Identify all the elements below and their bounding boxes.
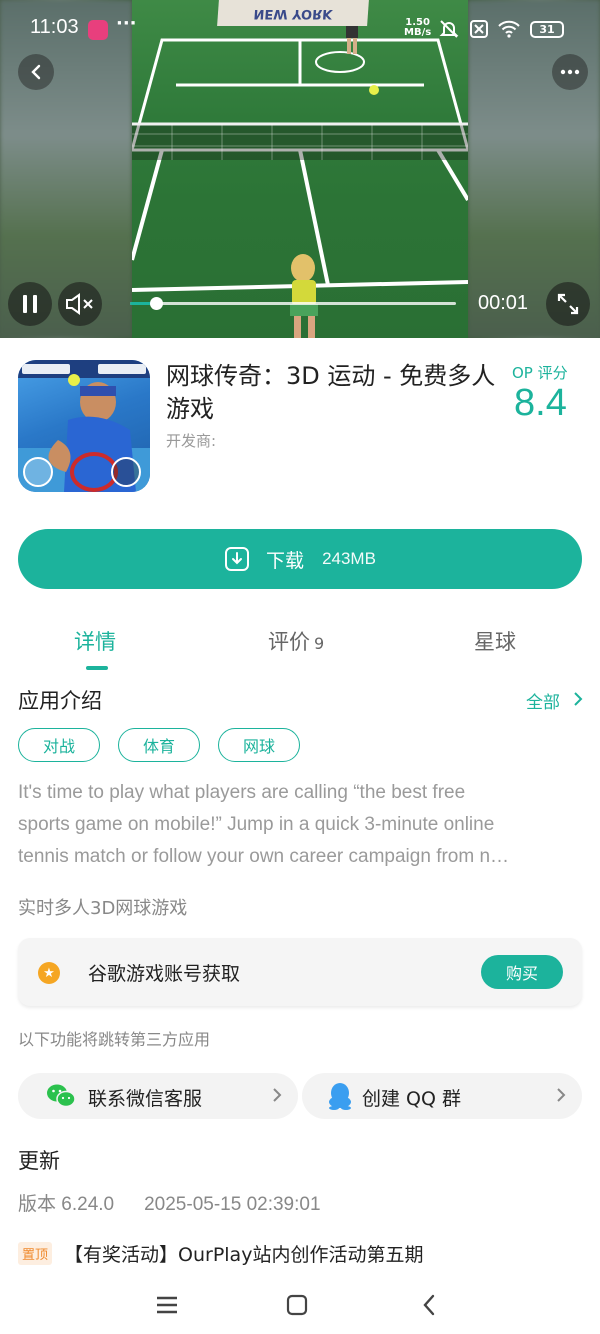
more-notifications-icon: ··· — [116, 13, 137, 34]
app-developer: 开发商: — [166, 432, 217, 450]
tag-chip-label: 体育 — [142, 737, 175, 756]
create-qq-group-label: 创建 QQ 群 — [362, 1088, 461, 1110]
video-progress-knob[interactable] — [150, 297, 164, 310]
mute-button[interactable] — [58, 282, 102, 326]
star-icon: ★ — [38, 962, 60, 984]
app-icon — [18, 360, 150, 492]
more-options-button[interactable] — [552, 54, 588, 90]
download-label: 下载 — [266, 549, 305, 572]
chevron-right-icon[interactable] — [572, 691, 584, 707]
system-back-button[interactable] — [414, 1290, 444, 1320]
pause-icon — [23, 295, 37, 313]
speaker-muted-icon — [66, 293, 93, 315]
app-notification-icon — [88, 20, 108, 40]
tab-planet[interactable]: 星球 — [474, 626, 516, 656]
chevron-right-icon — [273, 1088, 282, 1102]
qq-penguin-icon — [329, 1083, 351, 1110]
pinned-badge: 置顶 — [18, 1242, 53, 1265]
back-button[interactable] — [18, 54, 54, 90]
account-card[interactable]: ★ 谷歌游戏账号获取 购买 — [18, 938, 582, 1006]
pinned-news-text: 【有奖活动】OurPlay站内创作活动第五期 — [64, 1244, 424, 1266]
chevron-left-icon — [31, 64, 41, 80]
intro-title: 应用介绍 — [18, 689, 102, 713]
tag-chip-label: 网球 — [242, 737, 275, 756]
description-line: It's time to play what players are calli… — [18, 782, 466, 803]
wifi-icon — [498, 20, 520, 38]
pinned-news-item[interactable]: 置顶 【有奖活动】OurPlay站内创作活动第五期 — [18, 1240, 423, 1267]
network-speed: 1.50 MB/s — [404, 18, 431, 38]
tab-reviews-count: 9 — [314, 634, 325, 653]
sim-off-icon — [470, 20, 488, 38]
op-score-label: OP 评分 — [512, 364, 568, 382]
video-player[interactable]: NEW YORK 11:03 ··· 1.50 MB/s 31 00:01 — [0, 0, 600, 338]
tag-chip-tennis[interactable]: 网球 — [218, 728, 300, 762]
tab-active-indicator — [86, 666, 108, 670]
description-line: tennis match or follow your own career c… — [18, 846, 510, 867]
back-arrow-icon — [423, 1294, 435, 1316]
expand-icon — [557, 293, 579, 315]
fullscreen-button[interactable] — [546, 282, 590, 326]
wechat-service-button[interactable]: 联系微信客服 — [18, 1073, 298, 1119]
status-bar: 11:03 ··· 1.50 MB/s 31 — [0, 0, 600, 58]
app-description[interactable]: It's time to play what players are calli… — [18, 777, 584, 873]
tag-chip-battle[interactable]: 对战 — [18, 728, 100, 762]
wechat-icon — [47, 1084, 76, 1108]
network-speed-unit: MB/s — [404, 27, 432, 38]
more-dots-icon — [560, 69, 580, 75]
tab-planet-label: 星球 — [474, 630, 516, 654]
tag-chip-sports[interactable]: 体育 — [118, 728, 200, 762]
app-subtitle: 实时多人3D网球游戏 — [18, 898, 188, 919]
description-line: sports game on mobile!” Jump in a quick … — [18, 814, 495, 835]
recent-apps-button[interactable] — [152, 1290, 182, 1320]
version-date: 2025-05-15 02:39:01 — [144, 1194, 321, 1215]
download-icon — [225, 547, 250, 571]
video-current-time: 00:01 — [478, 292, 529, 314]
version-number: 版本 6.24.0 — [18, 1194, 115, 1215]
download-size: 243MB — [322, 549, 376, 568]
home-button[interactable] — [282, 1290, 312, 1320]
update-title: 更新 — [18, 1149, 60, 1173]
create-qq-group-button[interactable]: 创建 QQ 群 — [302, 1073, 582, 1119]
buy-button-label: 购买 — [505, 964, 538, 983]
app-title: 网球传奇：3D 运动 - 免费多人游戏 — [166, 362, 496, 423]
pause-button[interactable] — [8, 282, 52, 326]
tab-reviews[interactable]: 评价 9 — [268, 626, 324, 656]
chevron-right-icon — [557, 1088, 566, 1102]
video-progress-bar[interactable] — [130, 297, 456, 310]
tab-details-label: 详情 — [74, 630, 116, 654]
home-square-icon — [286, 1294, 308, 1316]
battery-icon: 31 — [530, 21, 564, 38]
account-card-label: 谷歌游戏账号获取 — [88, 963, 241, 985]
version-info: 版本 6.24.0 2025-05-15 02:39:01 — [18, 1189, 321, 1216]
tab-details[interactable]: 详情 — [74, 626, 116, 656]
wechat-service-label: 联系微信客服 — [88, 1088, 203, 1110]
system-navigation-bar — [0, 1278, 600, 1334]
tennis-player-artwork — [18, 360, 150, 492]
buy-button[interactable]: 购买 — [481, 955, 563, 989]
mute-bell-icon — [439, 20, 459, 38]
tab-reviews-label: 评价 — [268, 630, 310, 654]
menu-lines-icon — [157, 1296, 177, 1314]
op-score-value: 8.4 — [514, 382, 567, 424]
download-button[interactable]: 下载 243MB — [18, 529, 582, 589]
status-time: 11:03 — [30, 16, 79, 38]
third-party-note: 以下功能将跳转第三方应用 — [18, 1030, 211, 1049]
tag-chip-label: 对战 — [42, 737, 75, 756]
intro-all-link[interactable]: 全部 — [526, 688, 560, 713]
